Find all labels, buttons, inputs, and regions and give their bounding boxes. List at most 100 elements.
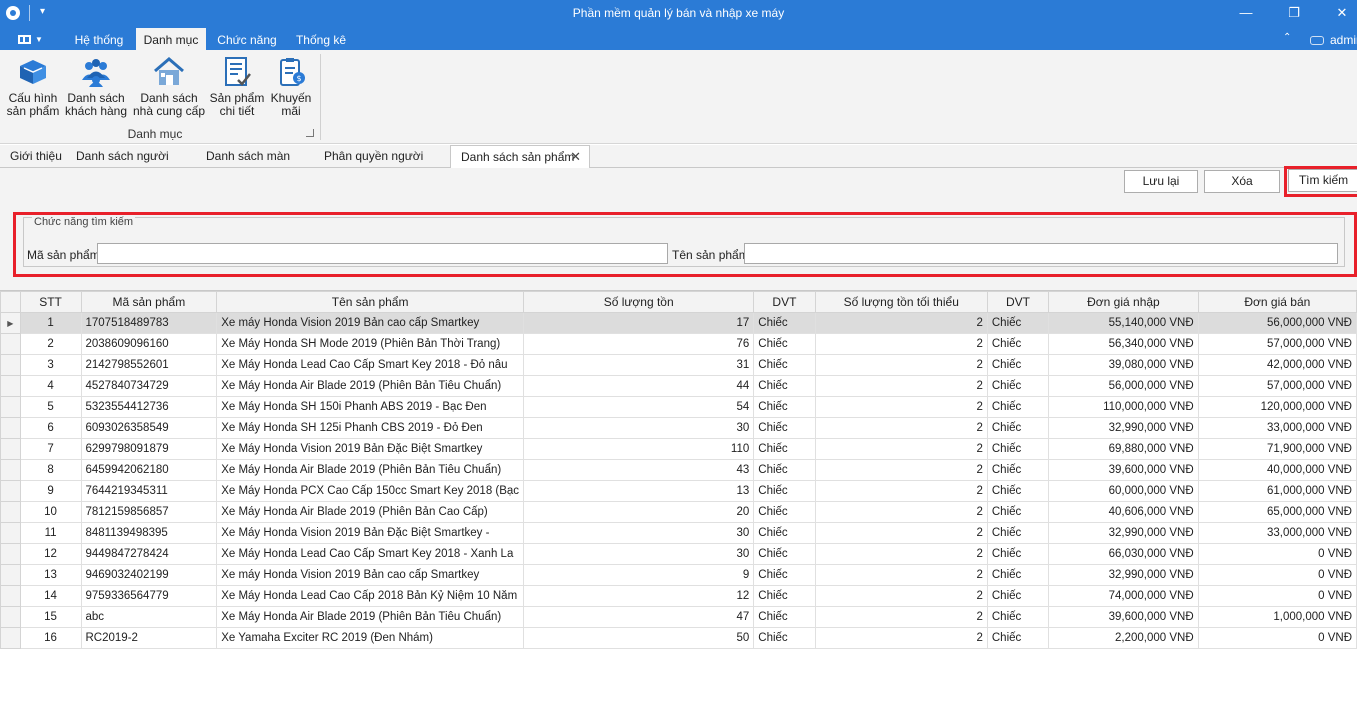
- table-row[interactable]: 6 6093026358549 Xe Máy Honda SH 125i Phanh…: [0, 417, 1357, 439]
- table-cell[interactable]: 0 VNĐ: [1197, 564, 1357, 586]
- table-cell[interactable]: 2: [814, 354, 988, 376]
- table-cell[interactable]: Xe Máy Honda Air Blade 2019 (Phiên Bản T…: [216, 375, 525, 397]
- tab-phan-quyen-nguoi-dung[interactable]: Phân quyền người dùng: [314, 145, 450, 185]
- table-cell[interactable]: Chiếc: [986, 606, 1050, 628]
- table-cell[interactable]: Chiếc: [753, 375, 816, 397]
- table-cell[interactable]: 50: [523, 627, 755, 649]
- table-cell[interactable]: 76: [523, 333, 755, 355]
- table-cell[interactable]: 20: [523, 501, 755, 523]
- table-cell[interactable]: Xe máy Honda Vision 2019 Bản cao cấp Sma…: [216, 564, 525, 586]
- table-cell[interactable]: 30: [523, 522, 755, 544]
- table-cell[interactable]: 8: [19, 459, 82, 481]
- row-indicator[interactable]: [0, 333, 21, 355]
- table-cell[interactable]: 2,200,000 VNĐ: [1048, 627, 1199, 649]
- table-cell[interactable]: Chiếc: [753, 543, 816, 565]
- table-cell[interactable]: 0 VNĐ: [1197, 627, 1357, 649]
- table-row[interactable]: 3 2142798552601 Xe Máy Honda Lead Cao Cấp…: [0, 354, 1357, 376]
- column-header-don-gia-nhap[interactable]: Đơn giá nhập: [1048, 291, 1199, 313]
- table-cell[interactable]: 110: [523, 438, 755, 460]
- table-row[interactable]: ▶ 1 1707518489783 Xe máy Honda Vision 2019 …: [0, 312, 1357, 334]
- ribbon-tab-danh-muc[interactable]: Danh mục: [136, 28, 206, 50]
- save-button[interactable]: Lưu lại: [1124, 170, 1198, 193]
- product-name-input[interactable]: [744, 243, 1338, 264]
- table-cell[interactable]: 65,000,000 VNĐ: [1197, 501, 1357, 523]
- table-cell[interactable]: Xe Máy Honda Vision 2019 Bản Đặc Biệt Sm…: [216, 522, 525, 544]
- table-row[interactable]: 12 9449847278424 Xe Máy Honda Lead Cao Cấp…: [0, 543, 1357, 565]
- table-cell[interactable]: Xe Máy Honda SH 125i Phanh CBS 2019 - Đỏ…: [216, 417, 525, 439]
- table-cell[interactable]: 2: [814, 333, 988, 355]
- table-cell[interactable]: Chiếc: [753, 564, 816, 586]
- search-button[interactable]: Tìm kiếm: [1288, 169, 1357, 192]
- tab-danh-sach-nguoi-dung[interactable]: Danh sách người dùng: [66, 145, 196, 185]
- table-cell[interactable]: Xe Máy Honda Air Blade 2019 (Phiên Bản T…: [216, 606, 525, 628]
- table-cell[interactable]: 12: [523, 585, 755, 607]
- customer-list-button[interactable]: Danh sách khách hàng: [64, 54, 128, 124]
- column-header-so-luong-ton-toi-thieu[interactable]: Số lượng tồn tối thiểu: [814, 291, 988, 313]
- table-cell[interactable]: 11: [19, 522, 82, 544]
- table-cell[interactable]: 9: [523, 564, 755, 586]
- table-cell[interactable]: Xe Máy Honda Lead Cao Cấp 2018 Bản Kỷ Ni…: [216, 585, 525, 607]
- table-cell[interactable]: 15: [19, 606, 82, 628]
- row-indicator[interactable]: [0, 585, 21, 607]
- row-indicator[interactable]: [0, 522, 21, 544]
- table-cell[interactable]: 40,606,000 VNĐ: [1048, 501, 1199, 523]
- row-indicator[interactable]: [0, 543, 21, 565]
- table-cell[interactable]: 1707518489783: [80, 312, 218, 334]
- table-cell[interactable]: 16: [19, 627, 82, 649]
- group-launcher-icon[interactable]: [306, 129, 314, 137]
- column-header-so-luong-ton[interactable]: Số lượng tồn: [523, 291, 755, 313]
- table-cell[interactable]: 33,000,000 VNĐ: [1197, 522, 1357, 544]
- row-indicator[interactable]: [0, 354, 21, 376]
- table-cell[interactable]: Xe Máy Honda Vision 2019 Bản Đặc Biệt Sm…: [216, 438, 525, 460]
- table-cell[interactable]: Chiếc: [986, 312, 1050, 334]
- product-code-input[interactable]: [97, 243, 668, 264]
- table-row[interactable]: 7 6299798091879 Xe Máy Honda Vision 2019 B…: [0, 438, 1357, 460]
- table-cell[interactable]: 13: [523, 480, 755, 502]
- table-cell[interactable]: 10: [19, 501, 82, 523]
- table-cell[interactable]: 2: [814, 312, 988, 334]
- table-cell[interactable]: 0 VNĐ: [1197, 543, 1357, 565]
- table-cell[interactable]: Chiếc: [986, 585, 1050, 607]
- table-row[interactable]: 13 9469032402199 Xe máy Honda Vision 2019 …: [0, 564, 1357, 586]
- table-cell[interactable]: Chiếc: [753, 417, 816, 439]
- table-cell[interactable]: 9759336564779: [80, 585, 218, 607]
- table-cell[interactable]: 33,000,000 VNĐ: [1197, 417, 1357, 439]
- table-cell[interactable]: Chiếc: [753, 438, 816, 460]
- table-cell[interactable]: Xe Máy Honda Lead Cao Cấp Smart Key 2018…: [216, 354, 525, 376]
- table-cell[interactable]: 61,000,000 VNĐ: [1197, 480, 1357, 502]
- table-cell[interactable]: 31: [523, 354, 755, 376]
- table-cell[interactable]: 71,900,000 VNĐ: [1197, 438, 1357, 460]
- table-cell[interactable]: 110,000,000 VNĐ: [1048, 396, 1199, 418]
- column-header-stt[interactable]: STT: [19, 291, 82, 313]
- table-cell[interactable]: 2: [814, 543, 988, 565]
- table-cell[interactable]: 43: [523, 459, 755, 481]
- table-cell[interactable]: 2: [814, 375, 988, 397]
- table-cell[interactable]: 74,000,000 VNĐ: [1048, 585, 1199, 607]
- table-cell[interactable]: Chiếc: [986, 354, 1050, 376]
- table-cell[interactable]: Chiếc: [753, 606, 816, 628]
- table-cell[interactable]: 47: [523, 606, 755, 628]
- table-cell[interactable]: Chiếc: [986, 459, 1050, 481]
- table-cell[interactable]: 12: [19, 543, 82, 565]
- table-row[interactable]: 9 7644219345311 Xe Máy Honda PCX Cao Cấp 1…: [0, 480, 1357, 502]
- table-row[interactable]: 2 2038609096160 Xe Máy Honda SH Mode 2019 …: [0, 333, 1357, 355]
- table-cell[interactable]: Chiếc: [986, 375, 1050, 397]
- table-row[interactable]: 10 7812159856857 Xe Máy Honda Air Blade 20…: [0, 501, 1357, 523]
- table-row[interactable]: 16 RC2019-2 Xe Yamaha Exciter RC 2019 (Đen…: [0, 627, 1357, 649]
- row-indicator[interactable]: [0, 375, 21, 397]
- row-indicator[interactable]: ▶: [0, 312, 21, 334]
- table-cell[interactable]: 30: [523, 543, 755, 565]
- table-cell[interactable]: Chiếc: [753, 627, 816, 649]
- collapse-ribbon-icon[interactable]: ⌃: [1283, 32, 1291, 43]
- table-row[interactable]: 4 4527840734729 Xe Máy Honda Air Blade 201…: [0, 375, 1357, 397]
- table-row[interactable]: 5 5323554412736 Xe Máy Honda SH 150i Phanh…: [0, 396, 1357, 418]
- row-indicator[interactable]: [0, 627, 21, 649]
- table-cell[interactable]: 2: [814, 459, 988, 481]
- table-cell[interactable]: 56,000,000 VNĐ: [1048, 375, 1199, 397]
- table-cell[interactable]: 2: [814, 522, 988, 544]
- table-cell[interactable]: Chiếc: [753, 585, 816, 607]
- table-cell[interactable]: 2: [814, 501, 988, 523]
- table-cell[interactable]: Xe Máy Honda Lead Cao Cấp Smart Key 2018…: [216, 543, 525, 565]
- table-cell[interactable]: 2: [814, 585, 988, 607]
- table-cell[interactable]: Xe Máy Honda Air Blade 2019 (Phiên Bản T…: [216, 459, 525, 481]
